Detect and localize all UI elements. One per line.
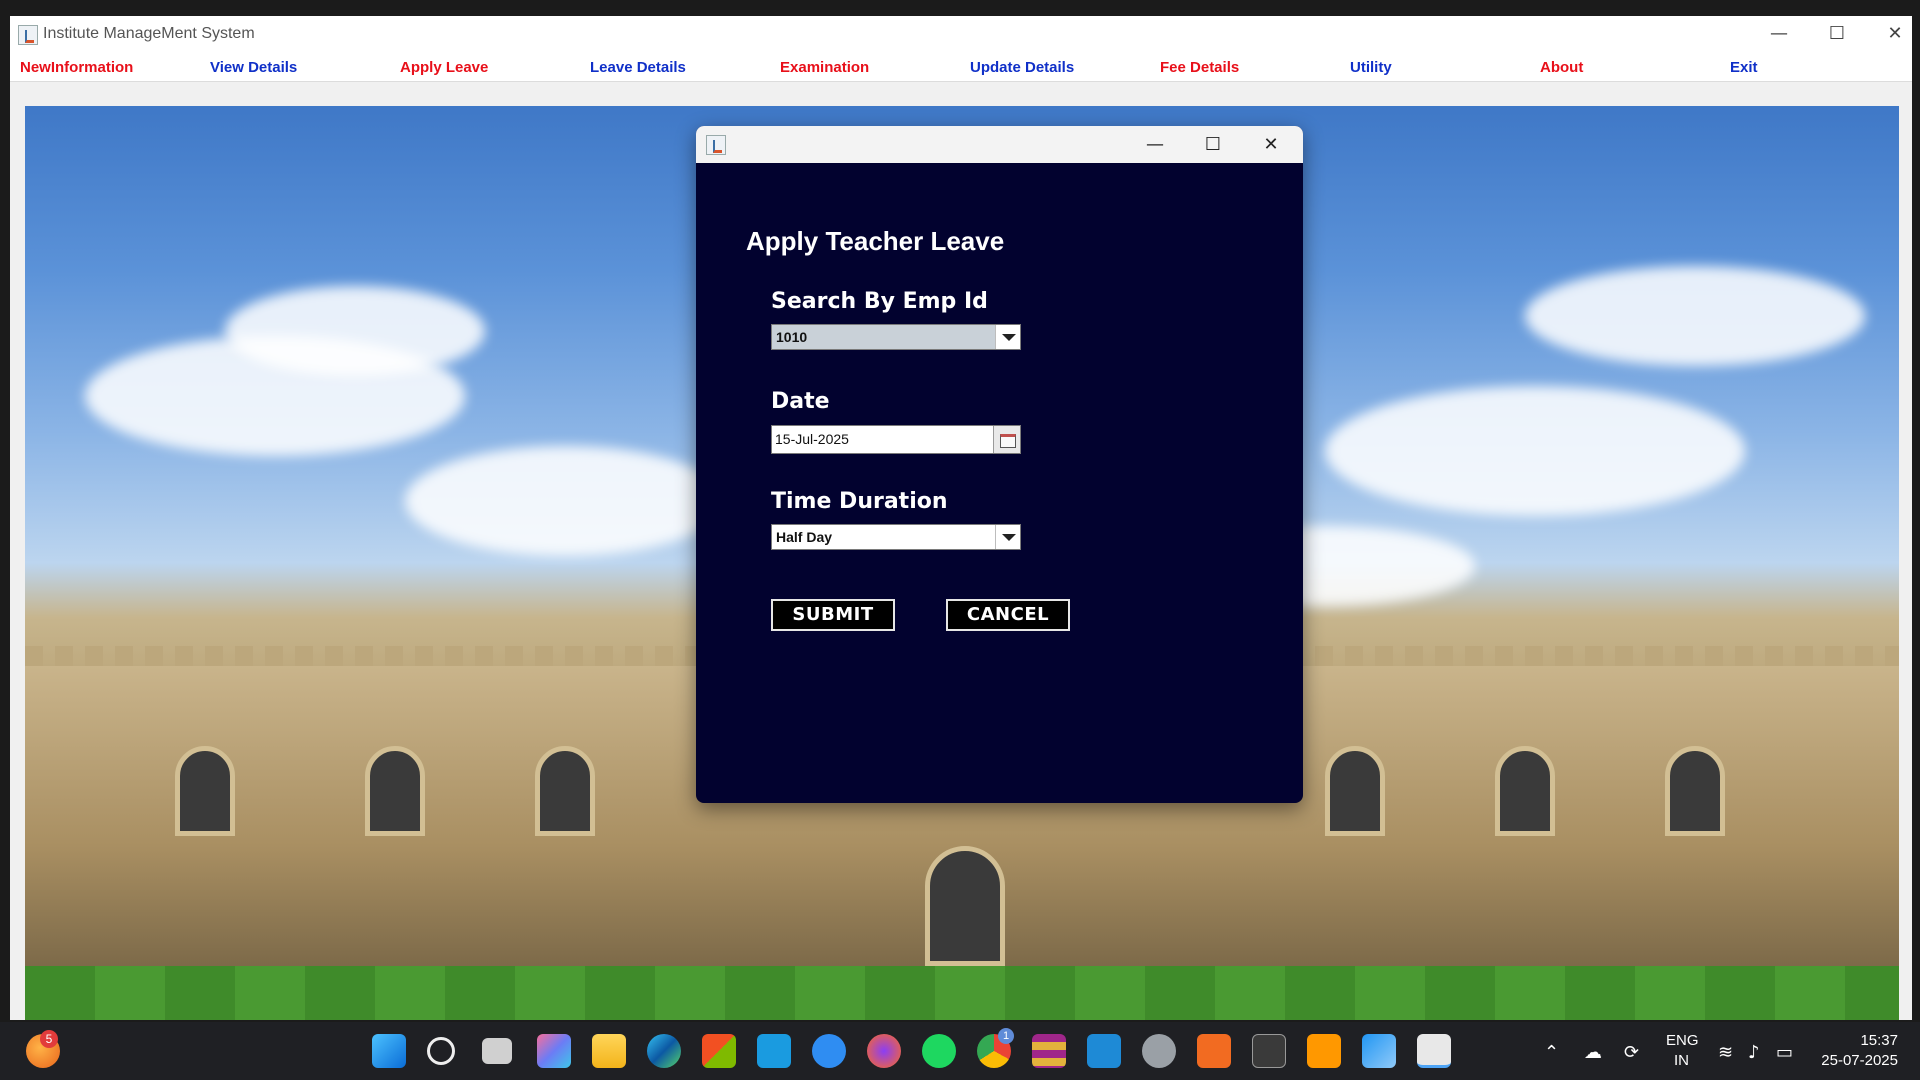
main-titlebar[interactable]: Institute ManageMent System — ☐ ✕ (10, 16, 1912, 52)
minimize-button[interactable]: — (1750, 16, 1808, 52)
maximize-button[interactable]: ☐ (1808, 16, 1866, 52)
task-view-icon[interactable] (482, 1038, 512, 1064)
sublime-icon[interactable] (1307, 1034, 1341, 1068)
file-explorer-icon[interactable] (592, 1034, 626, 1068)
refresh-icon[interactable]: ⟳ (1624, 1042, 1639, 1063)
language-indicator[interactable]: ENG (1666, 1032, 1699, 1049)
dialog-close-button[interactable]: ✕ (1242, 126, 1300, 163)
menu-leave-details[interactable]: Leave Details (590, 59, 686, 76)
region-indicator[interactable]: IN (1674, 1052, 1689, 1069)
time-duration-label: Time Duration (771, 489, 948, 514)
xampp-icon[interactable] (1197, 1034, 1231, 1068)
menu-view-details[interactable]: View Details (210, 59, 297, 76)
menu-utility[interactable]: Utility (1350, 59, 1392, 76)
time-duration-value: Half Day (776, 529, 833, 545)
dialog-titlebar[interactable]: — ☐ ✕ (696, 126, 1303, 163)
firefox-icon[interactable] (867, 1034, 901, 1068)
dialog-minimize-button[interactable]: — (1126, 126, 1184, 163)
spotify-icon[interactable] (922, 1034, 956, 1068)
menu-exit[interactable]: Exit (1730, 59, 1758, 76)
emp-id-value: 1010 (772, 325, 996, 349)
dialog-maximize-button[interactable]: ☐ (1184, 126, 1242, 163)
menu-fee-details[interactable]: Fee Details (1160, 59, 1239, 76)
dialog-heading: Apply Teacher Leave (746, 226, 1005, 256)
emp-id-label: Search By Emp Id (771, 289, 988, 314)
winrar-icon[interactable] (1032, 1034, 1066, 1068)
volume-icon[interactable]: ♪ (1748, 1042, 1760, 1063)
apply-leave-dialog: — ☐ ✕ Apply Teacher Leave Search By Emp … (696, 126, 1303, 803)
taskbar: 5 1 ⌃ ☁ ⟳ ENG IN ≋ ♪ ▭ 15:37 25-07-2025 (0, 1022, 1920, 1080)
cloud-sync-icon[interactable]: ☁ (1584, 1042, 1602, 1063)
settings-icon[interactable] (1142, 1034, 1176, 1068)
date-field[interactable]: 15-Jul-2025 (772, 426, 994, 453)
chevron-down-icon[interactable] (995, 325, 1020, 349)
myhp-icon[interactable] (757, 1034, 791, 1068)
time-duration-combobox[interactable]: Half Day (771, 524, 1021, 550)
edge-icon[interactable] (647, 1034, 681, 1068)
vscode-icon[interactable] (1087, 1034, 1121, 1068)
windows-start-icon[interactable] (372, 1034, 406, 1068)
calendar-icon[interactable] (993, 426, 1020, 453)
wifi-icon[interactable]: ≋ (1718, 1042, 1733, 1063)
java-app-icon (706, 135, 726, 155)
menu-examination[interactable]: Examination (780, 59, 869, 76)
chrome-badge: 1 (998, 1028, 1014, 1044)
help-icon[interactable] (812, 1034, 846, 1068)
chevron-up-icon[interactable]: ⌃ (1544, 1042, 1559, 1063)
date-chooser[interactable]: 15-Jul-2025 (771, 425, 1021, 454)
menu-new-information[interactable]: NewInformation (20, 59, 133, 76)
java-app-icon (18, 25, 38, 45)
microsoft-store-icon[interactable] (702, 1034, 736, 1068)
terminal-icon[interactable] (1252, 1034, 1286, 1068)
menu-update-details[interactable]: Update Details (970, 59, 1074, 76)
battery-icon[interactable]: ▭ (1776, 1042, 1793, 1063)
close-button[interactable]: ✕ (1866, 16, 1920, 52)
menu-apply-leave[interactable]: Apply Leave (400, 59, 488, 76)
menu-bar: NewInformation View Details Apply Leave … (10, 52, 1912, 82)
menu-about[interactable]: About (1540, 59, 1583, 76)
clock-time[interactable]: 15:37 (1850, 1032, 1898, 1049)
submit-button[interactable]: SUBMIT (771, 599, 895, 631)
cancel-button[interactable]: CANCEL (946, 599, 1070, 631)
emp-id-combobox[interactable]: 1010 (771, 324, 1021, 350)
copilot-icon[interactable] (537, 1034, 571, 1068)
clock-date[interactable]: 25-07-2025 (1816, 1052, 1898, 1069)
date-label: Date (771, 389, 830, 414)
chevron-down-icon[interactable] (995, 525, 1020, 549)
notification-badge: 5 (40, 1030, 58, 1048)
java-app-icon[interactable] (1417, 1034, 1451, 1068)
window-title: Institute ManageMent System (43, 25, 255, 42)
search-icon[interactable] (427, 1037, 455, 1065)
app-icon[interactable] (1362, 1034, 1396, 1068)
